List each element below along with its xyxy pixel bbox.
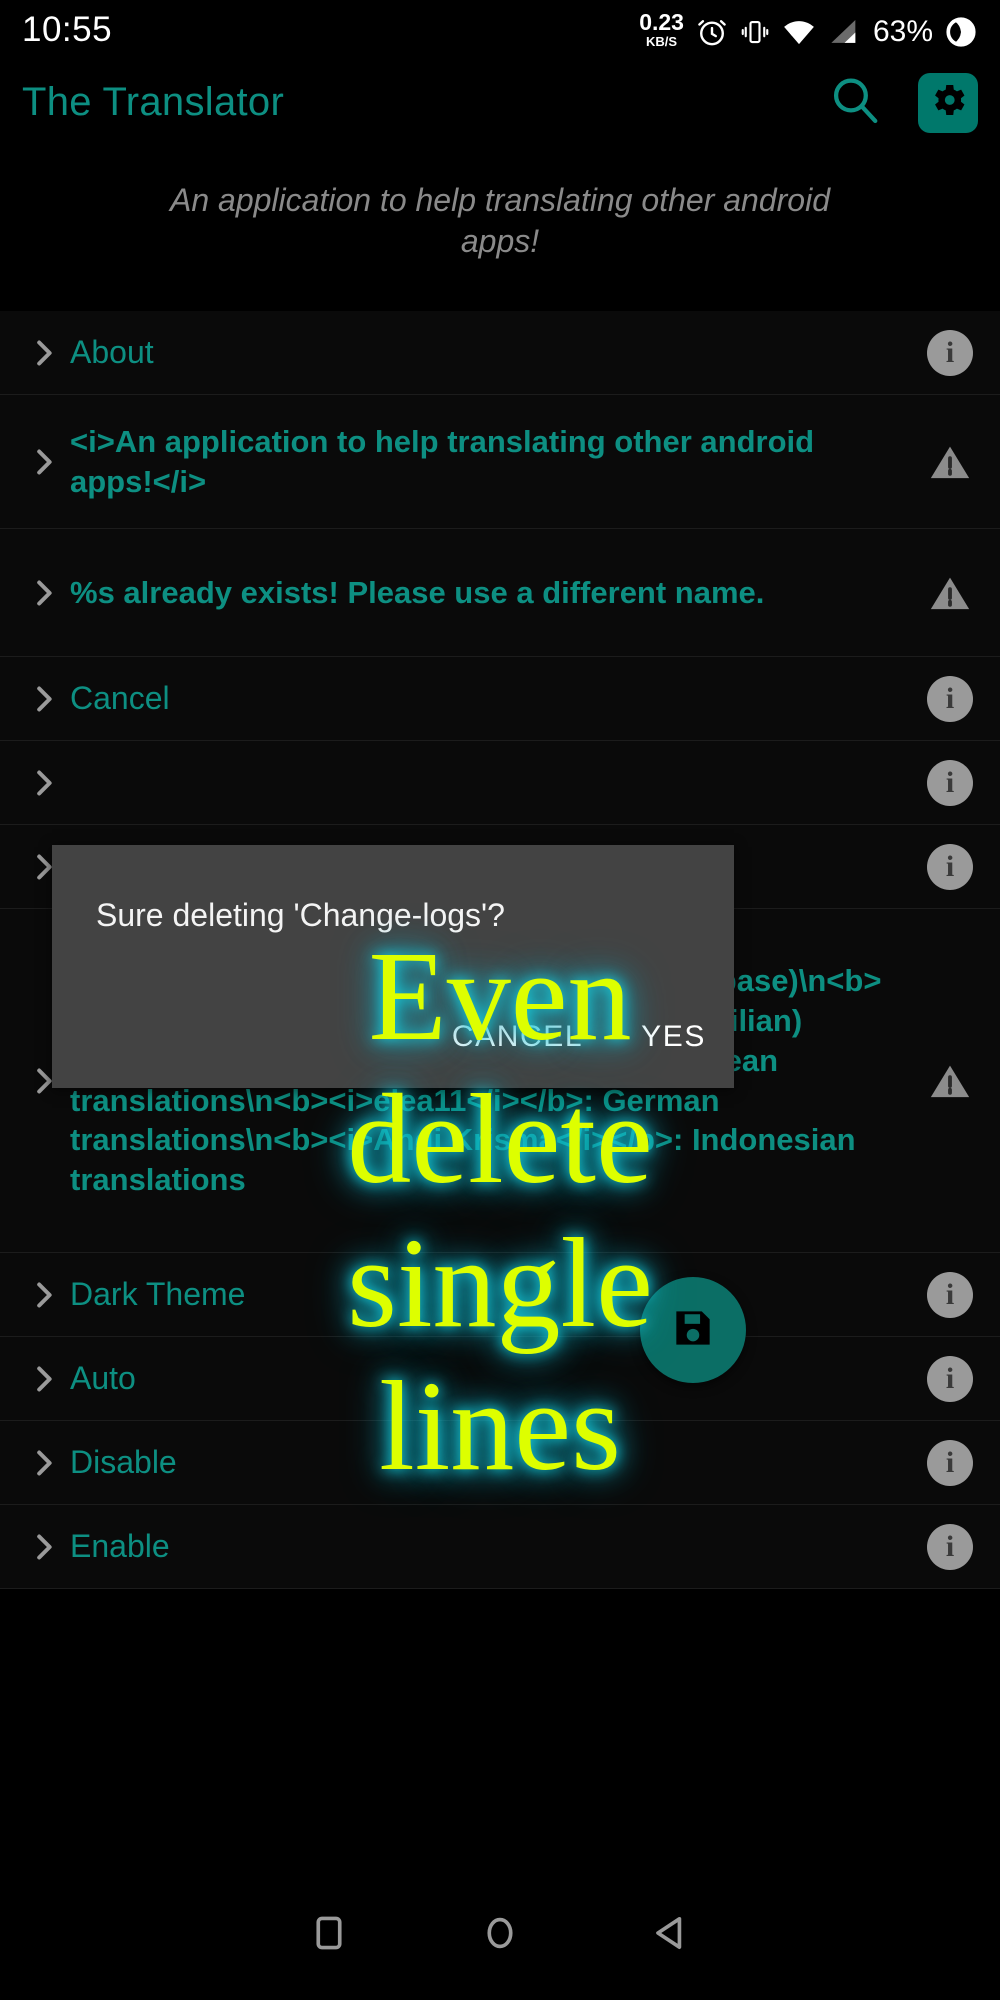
chevron-right-icon <box>18 1446 70 1480</box>
network-speed-indicator: 0.23 KB/S <box>639 9 684 49</box>
chevron-right-icon <box>18 1530 70 1564</box>
chevron-right-icon <box>18 1362 70 1396</box>
list-item-label: <i>An application to help translating ot… <box>70 423 815 499</box>
info-icon[interactable]: i <box>922 1523 978 1570</box>
home-circle-icon[interactable] <box>477 1910 523 1956</box>
chevron-right-icon <box>18 766 70 800</box>
list-item-label: Cancel <box>70 680 170 717</box>
gear-icon <box>927 79 969 126</box>
status-time: 10:55 <box>22 10 113 49</box>
network-speed-unit: KB/S <box>646 34 678 49</box>
yes-button[interactable]: YES <box>641 1020 706 1054</box>
app-subtitle: An application to help translating other… <box>170 182 830 259</box>
list-item-label: About <box>70 334 154 371</box>
recents-square-icon[interactable] <box>306 1910 352 1956</box>
list-item[interactable]: Auto i <box>0 1337 1000 1421</box>
list-item[interactable]: %s already exists! Please use a differen… <box>0 529 1000 657</box>
chevron-right-icon <box>18 576 70 610</box>
list-item[interactable]: Disable i <box>0 1421 1000 1505</box>
info-icon[interactable]: i <box>922 1271 978 1318</box>
info-icon[interactable]: i <box>922 1355 978 1402</box>
status-bar: 10:55 0.23 KB/S 63% <box>0 0 1000 60</box>
settings-button[interactable] <box>918 72 978 133</box>
list-item-label: Disable <box>70 1444 177 1481</box>
cellular-signal-icon <box>828 15 860 49</box>
wifi-icon <box>781 15 817 49</box>
list-item-label: Dark Theme <box>70 1276 246 1313</box>
back-triangle-icon[interactable] <box>648 1910 694 1956</box>
info-icon[interactable]: i <box>922 329 978 376</box>
vibrate-icon <box>740 15 770 49</box>
chevron-right-icon <box>18 1278 70 1312</box>
info-icon[interactable]: i <box>922 843 978 890</box>
info-icon[interactable]: i <box>922 759 978 806</box>
chevron-right-icon <box>18 445 70 479</box>
chevron-right-icon <box>18 682 70 716</box>
search-icon[interactable] <box>828 73 882 132</box>
list-item[interactable]: Dark Theme i <box>0 1253 1000 1337</box>
warning-icon[interactable] <box>922 1058 978 1104</box>
warning-icon[interactable] <box>922 439 978 485</box>
info-icon[interactable]: i <box>922 1439 978 1486</box>
list-item[interactable]: i <box>0 741 1000 825</box>
battery-percent: 63% <box>872 15 933 48</box>
warning-icon[interactable] <box>922 570 978 616</box>
status-icons: 0.23 KB/S 63% <box>639 11 978 49</box>
alarm-icon <box>695 15 729 49</box>
app-bar-actions <box>828 72 978 133</box>
list-item[interactable]: About i <box>0 311 1000 395</box>
list-item-label: Auto <box>70 1360 136 1397</box>
list-item[interactable]: Enable i <box>0 1505 1000 1589</box>
dialog-message: Sure deleting 'Change-logs'? <box>96 897 505 933</box>
app-bar: The Translator <box>0 60 1000 145</box>
info-icon[interactable]: i <box>922 675 978 722</box>
network-speed-value: 0.23 <box>639 9 684 35</box>
list-item[interactable]: <i>An application to help translating ot… <box>0 395 1000 529</box>
list-item-label: Enable <box>70 1528 170 1565</box>
battery-circle-icon <box>944 15 978 49</box>
confirm-delete-dialog: Sure deleting 'Change-logs'? CANCEL YES <box>52 845 734 1088</box>
system-nav-bar <box>0 1865 1000 2000</box>
dialog-actions: CANCEL YES <box>452 1020 706 1054</box>
list-item[interactable]: Cancel i <box>0 657 1000 741</box>
save-floppy-icon <box>668 1303 718 1358</box>
page-title: The Translator <box>22 80 285 124</box>
chevron-right-icon <box>18 336 70 370</box>
list-item-label: %s already exists! Please use a differen… <box>70 574 765 610</box>
phone-screen: 10:55 0.23 KB/S 63% The Translator An ap… <box>0 0 1000 2000</box>
save-fab-button[interactable] <box>640 1277 746 1383</box>
cancel-button[interactable]: CANCEL <box>452 1020 583 1054</box>
